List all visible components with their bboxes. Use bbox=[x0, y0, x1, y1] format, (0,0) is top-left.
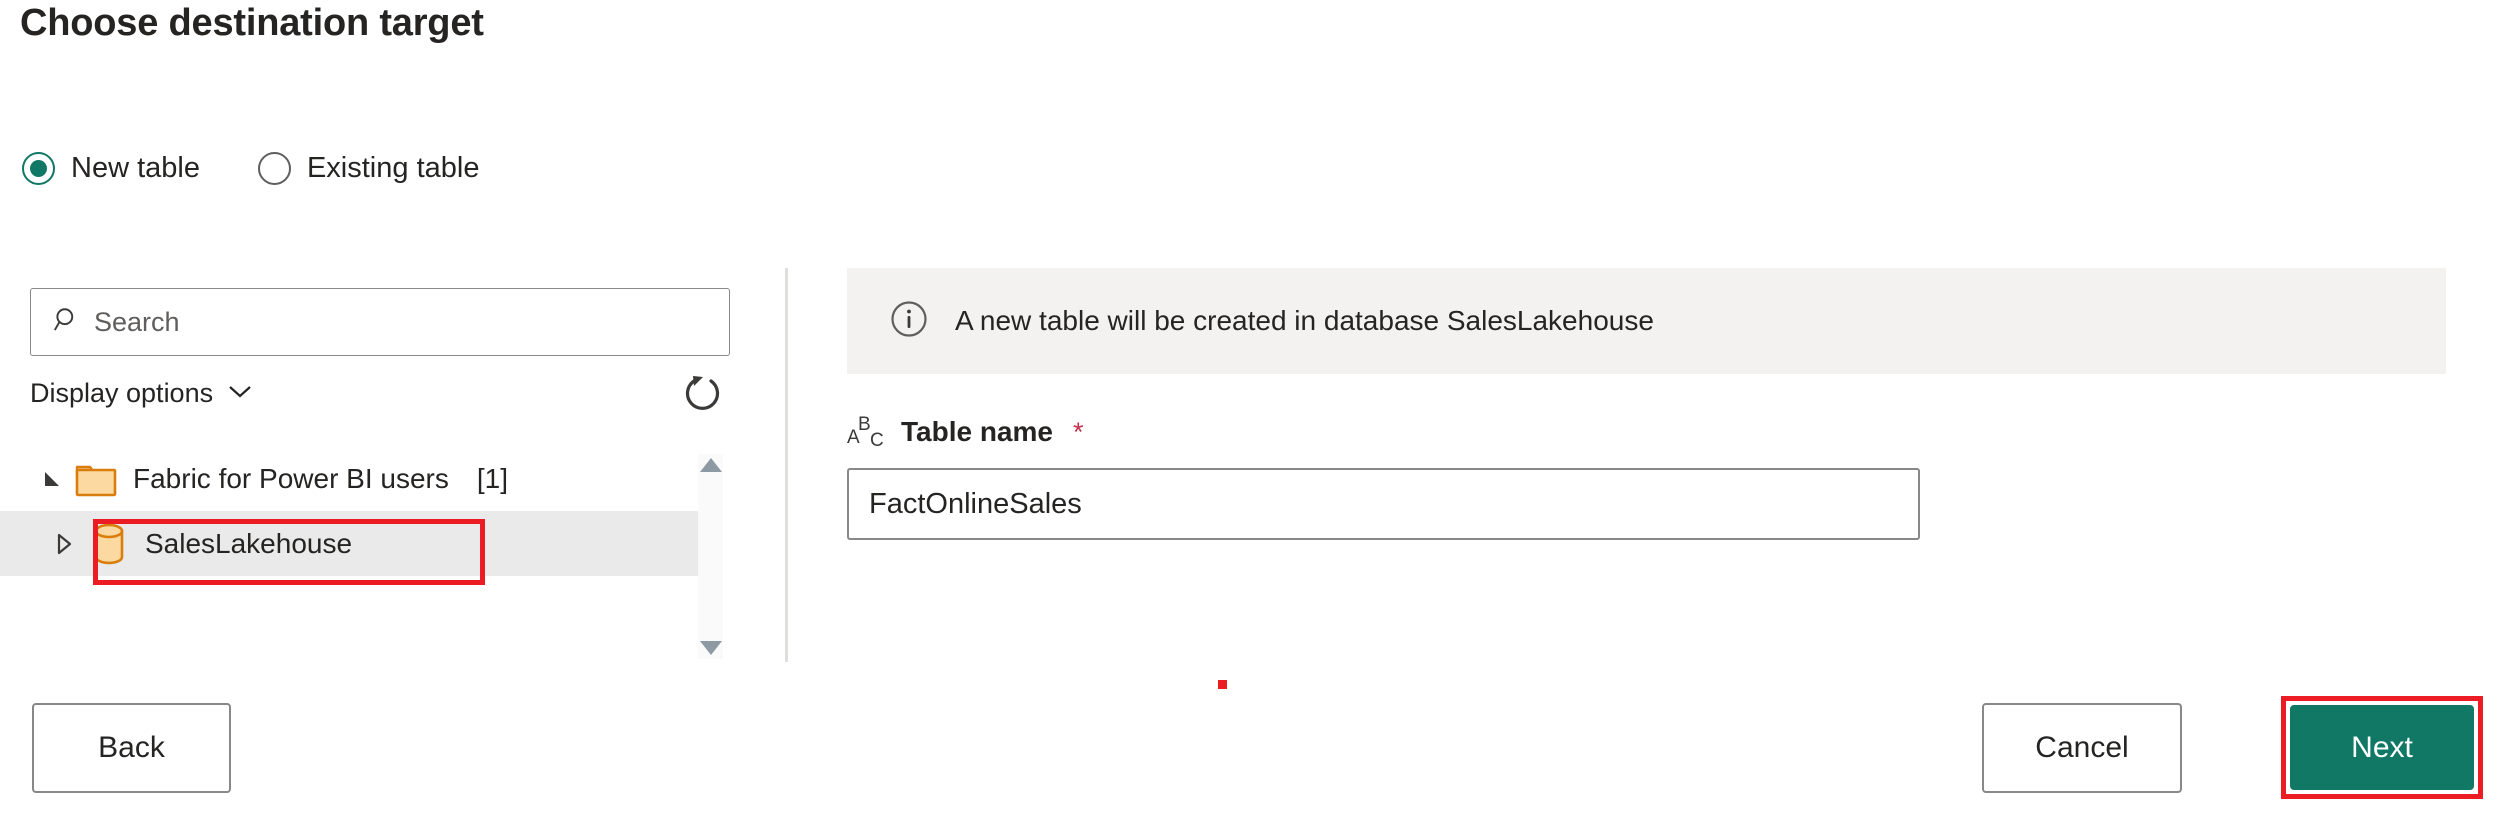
tree-scrollbar[interactable] bbox=[698, 454, 723, 659]
scroll-down-arrow-icon[interactable] bbox=[700, 641, 722, 655]
search-input[interactable]: Search bbox=[30, 288, 730, 356]
destination-mode-radio-group: New table Existing table bbox=[22, 152, 479, 185]
table-name-label-row: A B C Table name * bbox=[847, 412, 1084, 452]
red-marker-dot bbox=[1218, 680, 1227, 689]
panel-divider bbox=[785, 268, 788, 662]
cancel-button[interactable]: Cancel bbox=[1982, 703, 2182, 793]
table-name-input[interactable]: FactOnlineSales bbox=[847, 468, 1920, 540]
radio-option-new-table-label: New table bbox=[71, 152, 200, 185]
tree-item-label: SalesLakehouse bbox=[145, 528, 352, 560]
database-icon bbox=[83, 521, 135, 567]
display-options-row: Display options bbox=[30, 378, 730, 430]
abc-letter-c: C bbox=[870, 431, 884, 450]
search-icon bbox=[53, 306, 80, 338]
radio-existing-table-mark[interactable] bbox=[258, 152, 291, 185]
radio-option-existing-table[interactable]: Existing table bbox=[258, 152, 480, 185]
tree-row[interactable]: Fabric for Power BI users [1] bbox=[0, 446, 700, 511]
info-banner: A new table will be created in database … bbox=[847, 268, 2446, 374]
radio-selected-dot bbox=[30, 160, 47, 177]
info-icon bbox=[889, 299, 929, 344]
folder-icon bbox=[71, 460, 123, 498]
radio-new-table-mark[interactable] bbox=[22, 152, 55, 185]
navigator-panel: Search Display options bbox=[0, 270, 760, 670]
page-title: Choose destination target bbox=[20, 2, 484, 45]
tree-scrollport: Fabric for Power BI users [1] bbox=[0, 446, 700, 661]
radio-option-new-table[interactable]: New table bbox=[22, 152, 200, 185]
table-name-label: Table name bbox=[901, 416, 1053, 448]
source-tree: Fabric for Power BI users [1] bbox=[0, 446, 760, 661]
search-placeholder: Search bbox=[94, 307, 180, 338]
display-options-label: Display options bbox=[30, 378, 213, 409]
scroll-up-arrow-icon[interactable] bbox=[700, 458, 722, 472]
display-options-dropdown[interactable]: Display options bbox=[30, 378, 253, 409]
abc-text-type-icon: A B C bbox=[847, 412, 885, 452]
info-banner-text: A new table will be created in database … bbox=[955, 305, 1654, 337]
tree-row[interactable]: SalesLakehouse bbox=[0, 511, 700, 576]
triangle-right-icon[interactable] bbox=[45, 532, 83, 556]
next-button[interactable]: Next bbox=[2290, 705, 2474, 790]
back-button[interactable]: Back bbox=[32, 703, 231, 793]
table-name-input-value: FactOnlineSales bbox=[869, 488, 1082, 521]
abc-letter-b: B bbox=[858, 415, 871, 434]
destination-target-dialog: Choose destination target New table Exis… bbox=[0, 0, 2517, 824]
chevron-down-icon bbox=[227, 383, 253, 404]
required-asterisk: * bbox=[1073, 417, 1084, 448]
triangle-down-icon[interactable] bbox=[33, 468, 71, 490]
refresh-icon[interactable] bbox=[680, 372, 726, 423]
radio-option-existing-table-label: Existing table bbox=[307, 152, 480, 185]
tree-item-label: Fabric for Power BI users bbox=[133, 463, 449, 495]
tree-item-count: [1] bbox=[477, 463, 508, 495]
